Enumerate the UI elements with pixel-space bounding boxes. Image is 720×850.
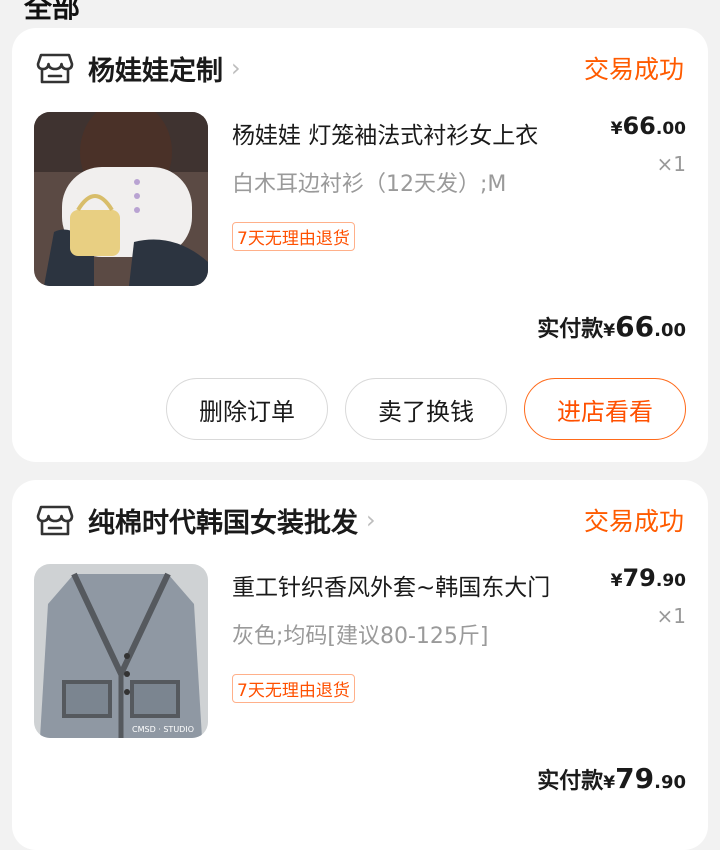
product-sku: 白木耳边衬衫（12天发）;M <box>232 172 507 197</box>
order-status: 交易成功 <box>583 55 684 84</box>
amount-paid: 实付款¥66.00 <box>537 310 686 343</box>
page-title-partial: 全部 <box>24 0 81 24</box>
chevron-right-icon: › <box>231 54 241 82</box>
order-card[interactable]: 纯棉时代韩国女装批发 › 交易成功 CMSD · STUDIO 重工针织香风外套… <box>12 480 708 850</box>
shop-header[interactable]: 纯棉时代韩国女装批发 › <box>36 500 376 540</box>
shop-name[interactable]: 杨娃娃定制 <box>88 49 223 88</box>
store-icon <box>36 505 74 536</box>
amount-paid: 实付款¥79.90 <box>537 762 686 795</box>
return-policy-badge: 7天无理由退货 <box>232 674 355 703</box>
quantity: ×1 <box>656 604 686 628</box>
return-policy-badge: 7天无理由退货 <box>232 222 355 251</box>
unit-price: ¥79.90 <box>610 564 686 592</box>
product-image[interactable]: CMSD · STUDIO <box>34 564 208 738</box>
image-watermark: CMSD · STUDIO <box>132 725 194 734</box>
shop-name[interactable]: 纯棉时代韩国女装批发 <box>88 501 358 540</box>
chevron-right-icon: › <box>366 506 376 534</box>
resell-button[interactable]: 卖了换钱 <box>345 378 507 440</box>
product-title[interactable]: 杨娃娃 灯笼袖法式衬衫女上衣 <box>232 116 592 150</box>
visit-shop-button[interactable]: 进店看看 <box>524 378 686 440</box>
order-status: 交易成功 <box>583 507 684 536</box>
order-card[interactable]: 杨娃娃定制 › 交易成功 杨娃娃 灯笼袖法式衬衫女上衣 白木耳边衬衫（12天发）… <box>12 28 708 462</box>
product-sku: 灰色;均码[建议80-125斤] <box>232 624 489 649</box>
delete-order-button[interactable]: 删除订单 <box>166 378 328 440</box>
shop-header[interactable]: 杨娃娃定制 › <box>36 48 241 88</box>
quantity: ×1 <box>656 152 686 176</box>
product-image[interactable] <box>34 112 208 286</box>
unit-price: ¥66.00 <box>610 112 686 140</box>
store-icon <box>36 53 74 84</box>
product-title[interactable]: 重工针织香风外套~韩国东大门 <box>232 568 592 602</box>
